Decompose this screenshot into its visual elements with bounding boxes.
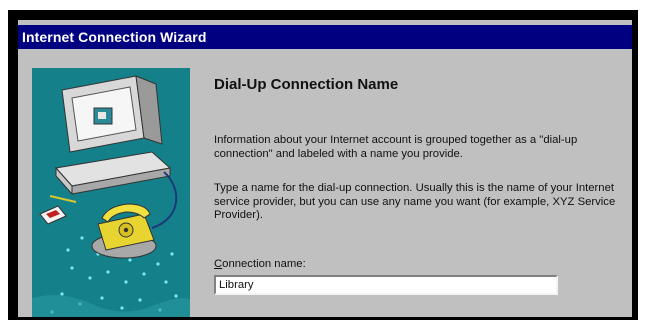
computer-with-telephone-illustration [32, 68, 190, 317]
label-rest: onnection name: [222, 258, 306, 270]
card-graphic [39, 195, 77, 225]
screenshot-frame: Internet Connection Wizard Dial-Up Conne… [8, 10, 638, 320]
info-paragraph: Information about your Internet account … [214, 134, 578, 160]
connection-name-label: Connection name: [214, 258, 306, 270]
connection-name-input[interactable] [214, 275, 558, 295]
wizard-window: Internet Connection Wizard Dial-Up Conne… [18, 20, 632, 317]
illustration-svg [32, 75, 190, 317]
wizard-content: Dial-Up Connection Name Information abou… [214, 20, 632, 317]
telephone-graphic [91, 203, 157, 259]
monitor-graphic [55, 75, 172, 196]
window-title: Internet Connection Wizard [22, 29, 207, 45]
page-heading: Dial-Up Connection Name [214, 76, 399, 93]
accelerator-letter: C [214, 258, 223, 270]
instructions-paragraph: Type a name for the dial-up connection. … [214, 182, 616, 221]
